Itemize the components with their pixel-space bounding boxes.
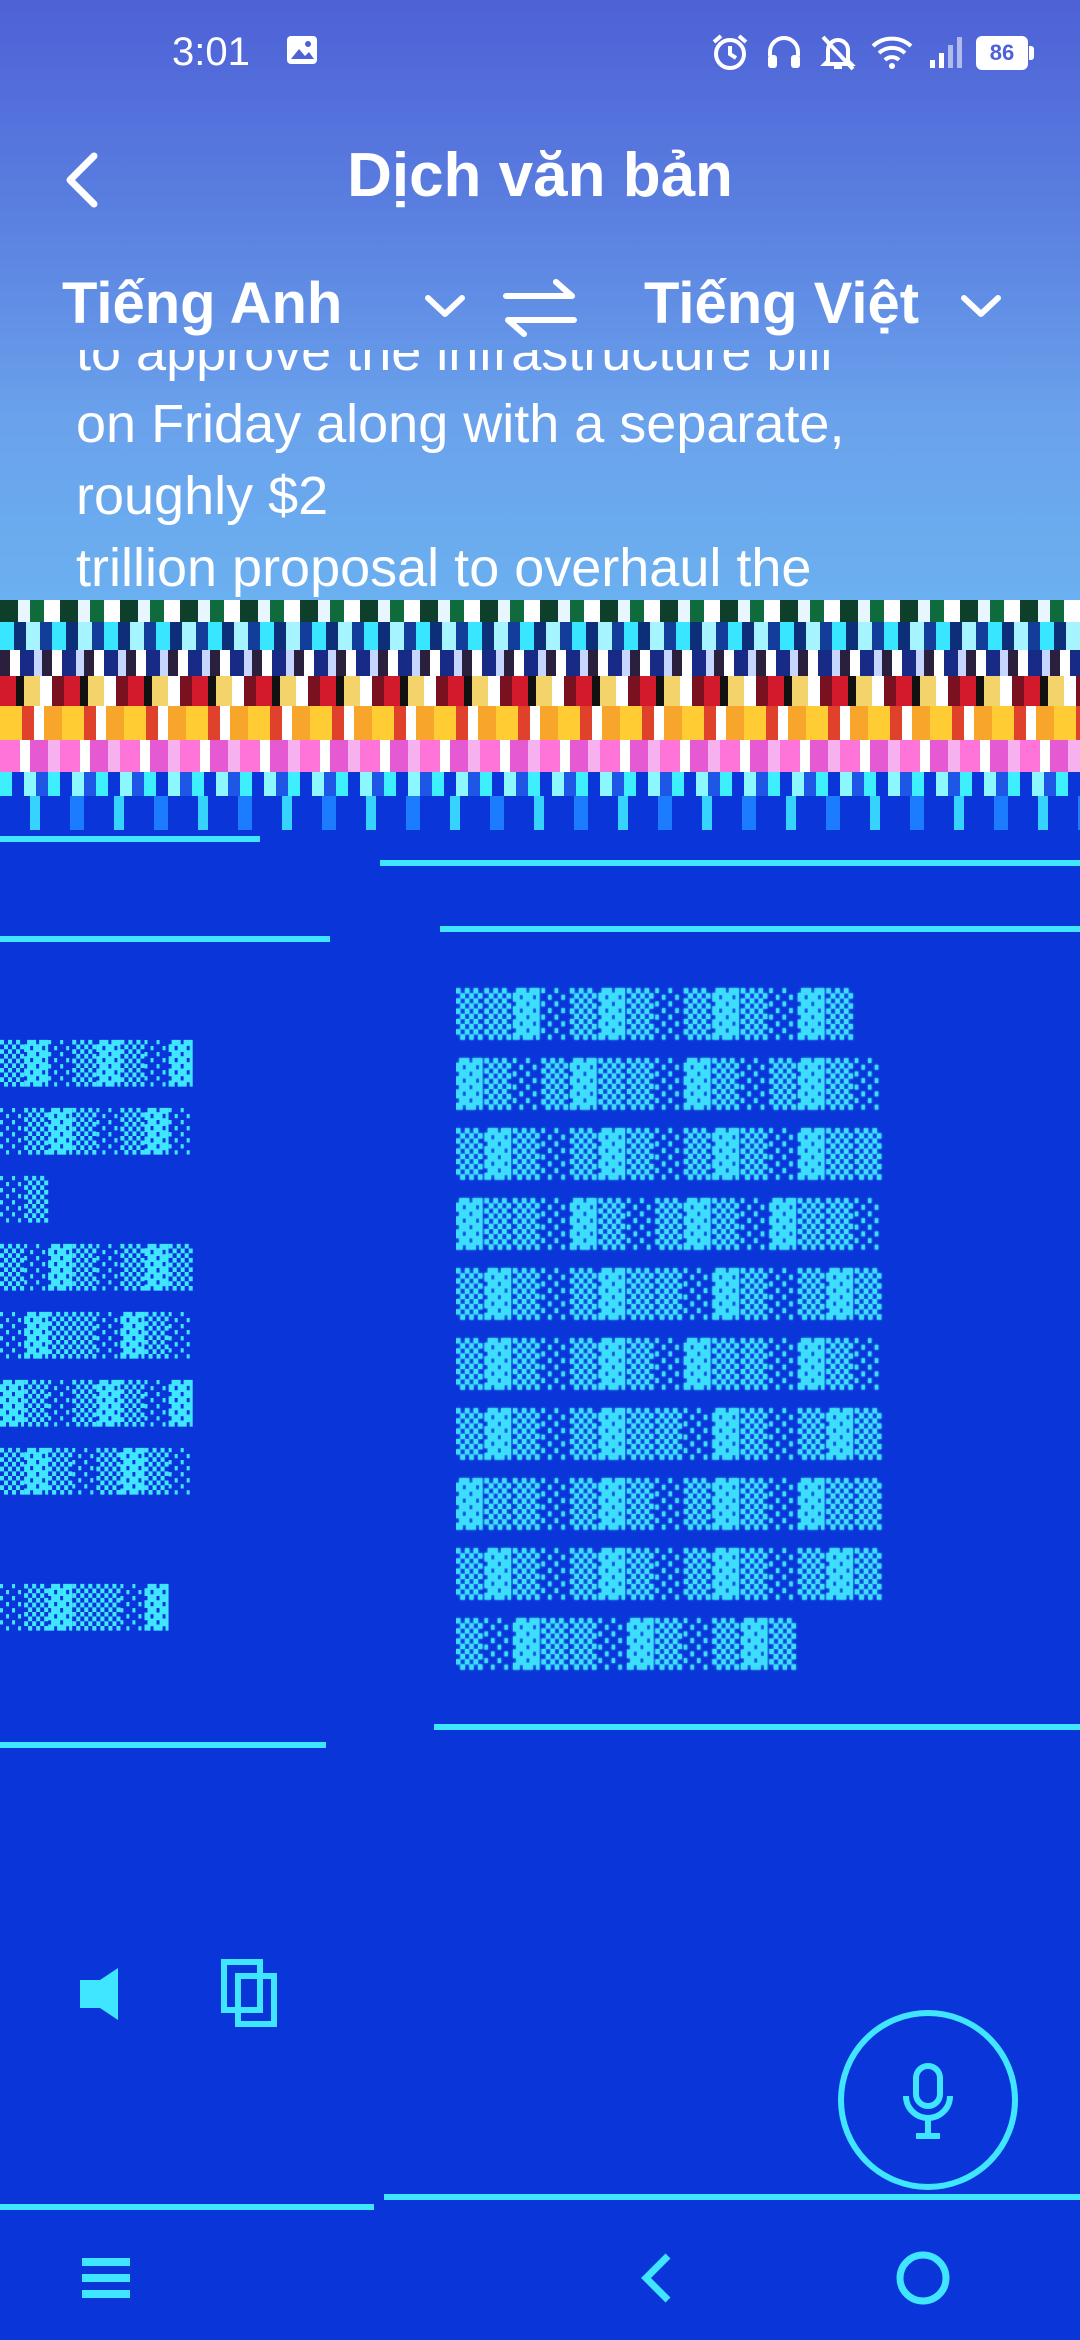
status-time: 3:01 (172, 30, 250, 74)
glitch-row (0, 600, 1080, 622)
translate-screen: 3:01 86 Dịch văn bản Tiếng Anh Tiếng Việ… (0, 0, 1080, 2340)
status-bar: 3:01 86 (0, 0, 1080, 110)
language-selector: Tiếng Anh Tiếng Việt (0, 262, 1080, 352)
bell-off-icon (818, 32, 858, 76)
divider-line (440, 926, 1080, 932)
battery-tip (1029, 46, 1034, 60)
home-icon[interactable] (892, 2248, 954, 2312)
recents-icon[interactable] (76, 2248, 136, 2312)
swap-icon (503, 279, 577, 337)
display-glitch-band (0, 600, 1080, 830)
divider-line (0, 936, 330, 942)
source-text-line: trillion proposal to overhaul the (76, 538, 812, 598)
alarm-icon (710, 32, 750, 76)
navigation-bar (0, 2210, 1080, 2340)
corrupted-text-fragments: ▒▓░▒▓▒░▓ ░▒▓▒░▒▓░ ░▒ ▒░▓▒░▒▓▒ ░▓▒▒░▓▒░ ▓… (0, 1041, 193, 1631)
battery-icon: 86 (976, 36, 1028, 70)
source-text-area[interactable]: to approve the infrastructure bill on Fr… (76, 350, 996, 605)
chevron-down-icon[interactable] (956, 286, 1006, 326)
app-header: Dịch văn bản (0, 120, 1080, 240)
action-icons (60, 1950, 320, 2040)
speaker-icon[interactable] (80, 1968, 118, 2020)
glitch-row (0, 772, 1080, 796)
headphones-icon (764, 32, 804, 76)
corrupted-result-text: ▒▒▓░▒▓▒░▒▓▒░▓▒ ▓▒░▒▓▒▒░▓▒░▒▓▒░ ▒▓▒░▒▓▒░▒… (456, 989, 884, 1670)
divider-line (0, 836, 260, 842)
divider-line (384, 2194, 1080, 2200)
page-title: Dịch văn bản (347, 141, 733, 210)
swap-languages-button[interactable] (500, 276, 580, 340)
divider-line (380, 860, 1080, 866)
wifi-icon (870, 32, 914, 76)
source-language-select[interactable]: Tiếng Anh (62, 270, 342, 337)
target-language-select[interactable]: Tiếng Việt (644, 270, 919, 337)
glitch-row (0, 796, 1080, 830)
microphone-icon (903, 2063, 953, 2139)
glitch-row (0, 740, 1080, 772)
chevron-down-icon[interactable] (420, 286, 470, 326)
divider-line (0, 1742, 326, 1748)
glitch-row (0, 676, 1080, 706)
signal-icon (926, 32, 966, 76)
glitch-row (0, 706, 1080, 740)
source-text-line: to approve the infrastructure bill (76, 350, 833, 382)
divider-line (434, 1724, 1080, 1730)
source-text-line: roughly $2 (76, 466, 329, 526)
glitch-row (0, 622, 1080, 650)
glitch-row (0, 650, 1080, 676)
back-icon[interactable] (632, 2248, 682, 2312)
translation-result[interactable]: ▒▒▓░▒▓▒░▒▓▒░▓▒ ▓▒░▒▓▒▒░▓▒░▒▓▒░ ▒▓▒░▒▓▒░▒… (452, 980, 1080, 1720)
source-text-line: on Friday along with a separate, (76, 394, 845, 454)
copy-icon[interactable] (221, 1959, 277, 2027)
microphone-button[interactable] (838, 2010, 1018, 2190)
image-icon (284, 32, 320, 72)
